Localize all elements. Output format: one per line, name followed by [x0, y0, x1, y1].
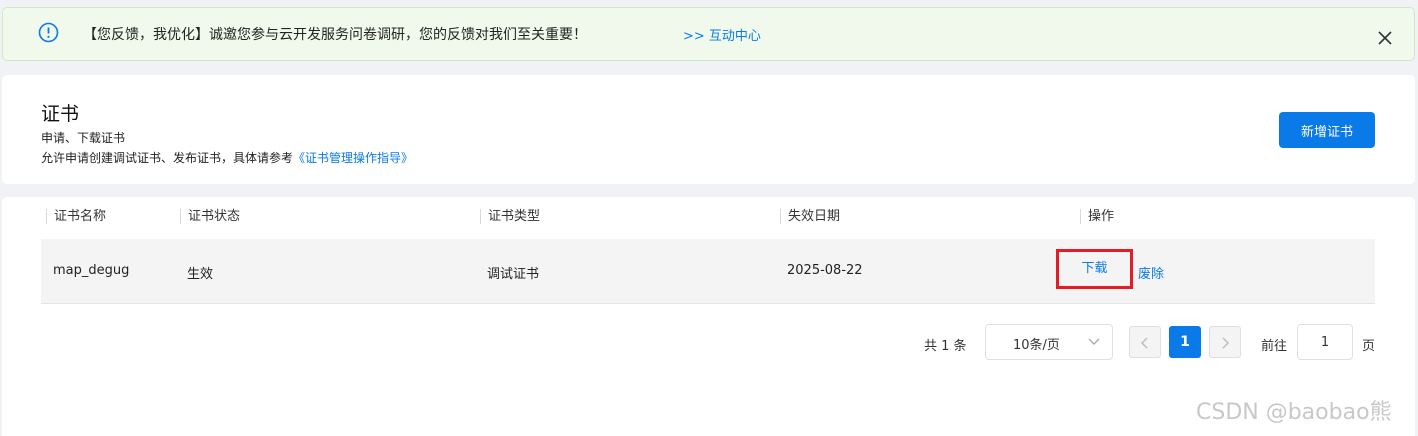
interaction-center-link[interactable]: >> 互动中心 [683, 25, 761, 44]
goto-label: 前往 [1261, 339, 1288, 354]
cell-status: 生效 [187, 267, 214, 282]
revoke-button[interactable]: 废除 [1138, 263, 1164, 282]
page-size-select[interactable]: 10条/页 [985, 324, 1113, 360]
page-unit-label: 页 [1362, 339, 1376, 354]
column-header-name: 证书名称 [46, 209, 106, 224]
info-icon [38, 22, 59, 43]
cell-name: map_degug [53, 263, 130, 278]
table-row: map_degug 生效 调试证书 2025-08-22 下载 废除 [41, 239, 1375, 304]
banner-message: 【您反馈，我优化】诚邀您参与云开发服务问卷调研，您的反馈对我们至关重要！ [83, 27, 587, 43]
chevron-right-icon [1222, 337, 1229, 349]
column-header-status: 证书状态 [180, 209, 240, 224]
page-number-current[interactable]: 1 [1169, 326, 1201, 358]
cell-type: 调试证书 [487, 267, 540, 282]
chevron-left-icon [1141, 337, 1148, 349]
guide-link[interactable]: 《证书管理操作指导》 [293, 151, 413, 165]
column-header-type: 证书类型 [480, 209, 540, 224]
close-icon[interactable] [1377, 30, 1393, 46]
total-count: 共 1 条 [924, 339, 967, 354]
goto-page-input[interactable] [1297, 324, 1353, 360]
page-title: 证书 [41, 103, 80, 125]
prev-page-button[interactable] [1129, 326, 1161, 358]
cell-expiry: 2025-08-22 [787, 263, 863, 278]
download-button[interactable]: 下载 [1056, 249, 1133, 289]
chevron-down-icon [1088, 338, 1100, 345]
page-description: 允许申请创建调试证书、发布证书，具体请参考《证书管理操作指导》 [41, 149, 413, 166]
column-header-expiry: 失效日期 [780, 209, 840, 224]
add-certificate-button[interactable]: 新增证书 [1279, 112, 1375, 148]
watermark: CSDN @baobao熊 [1196, 400, 1392, 425]
table-header: 证书名称 证书状态 证书类型 失效日期 操作 [41, 197, 1375, 237]
next-page-button[interactable] [1209, 326, 1241, 358]
notice-banner: 【您反馈，我优化】诚邀您参与云开发服务问卷调研，您的反馈对我们至关重要！ >> … [2, 7, 1415, 61]
column-header-actions: 操作 [1080, 209, 1114, 224]
header-card: 证书 申请、下载证书 允许申请创建调试证书、发布证书，具体请参考《证书管理操作指… [2, 75, 1415, 184]
description-text: 允许申请创建调试证书、发布证书，具体请参考 [41, 151, 294, 165]
page-subtitle: 申请、下载证书 [41, 131, 126, 145]
page-size-value: 10条/页 [1013, 338, 1060, 353]
